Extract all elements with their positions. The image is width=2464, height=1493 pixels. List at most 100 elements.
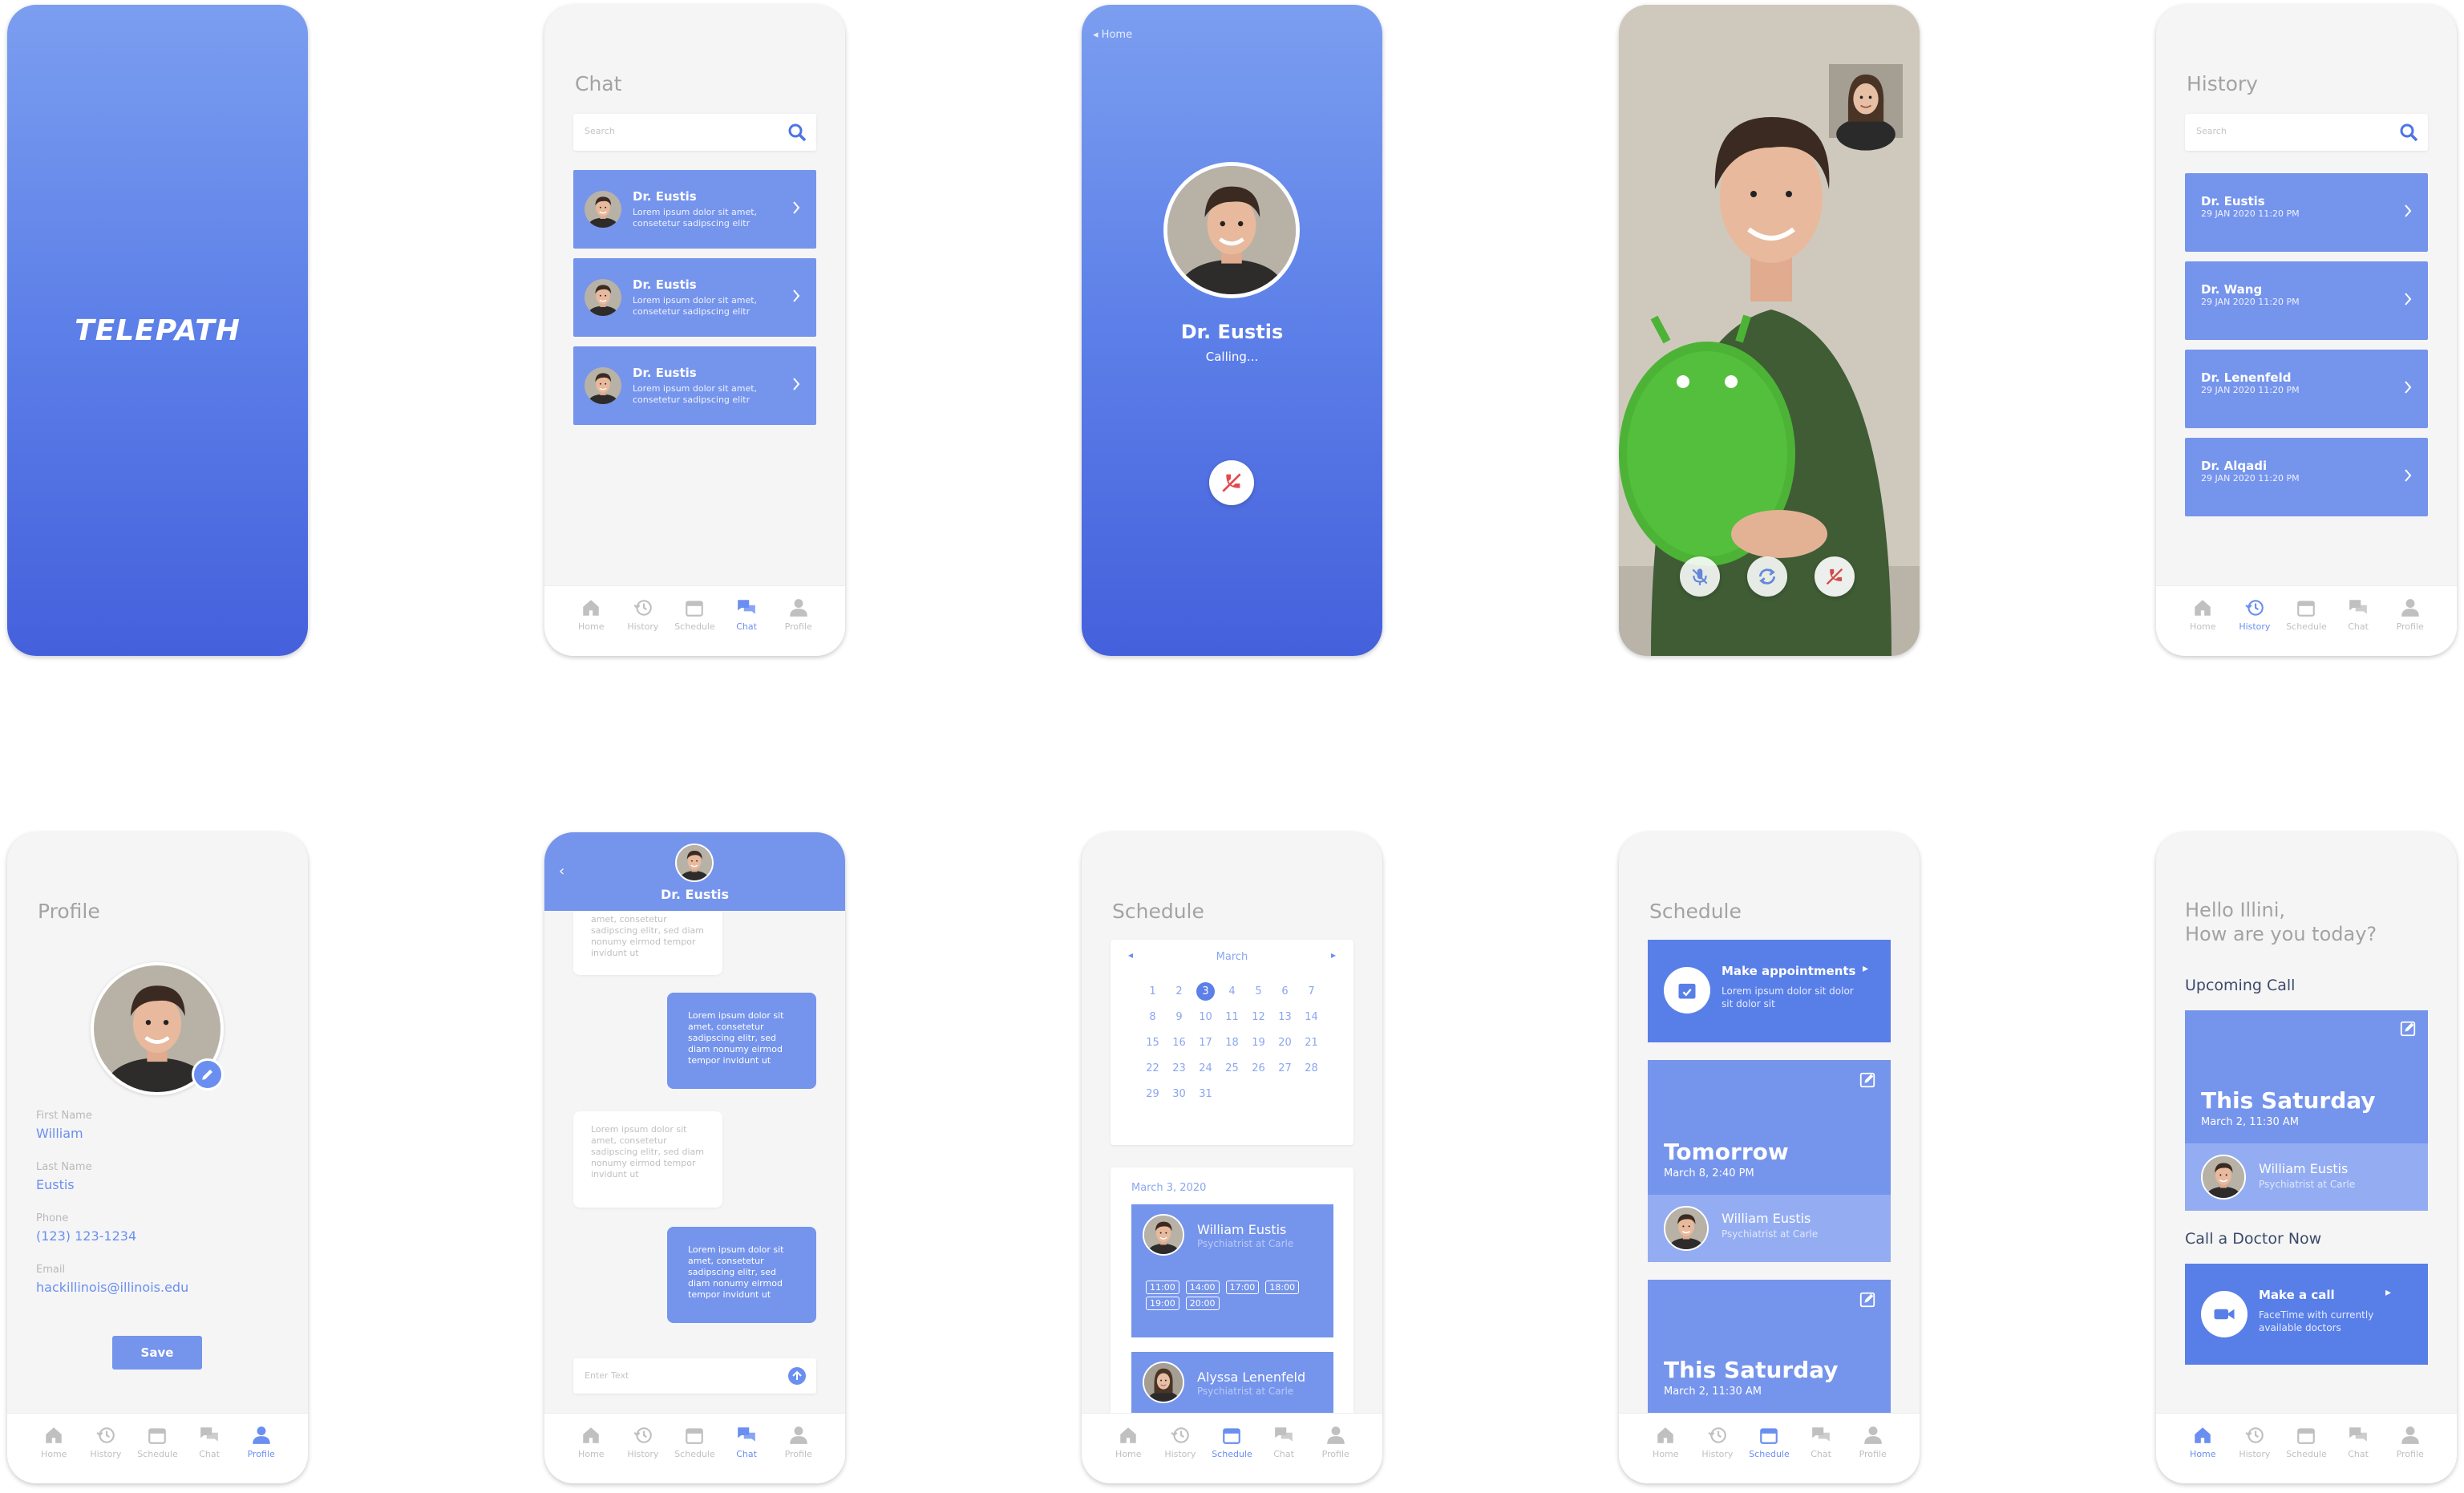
calendar-day[interactable]: 8 xyxy=(1139,1004,1166,1030)
hang-up-button[interactable] xyxy=(1209,460,1254,505)
calendar-day[interactable]: 18 xyxy=(1219,1030,1245,1055)
nav-profile[interactable]: Profile xyxy=(2388,597,2433,656)
nav-schedule[interactable]: Schedule xyxy=(135,1425,180,1483)
calendar-day[interactable]: 25 xyxy=(1219,1055,1245,1081)
time-slot[interactable]: 20:00 xyxy=(1185,1297,1220,1310)
calendar-day[interactable]: 27 xyxy=(1272,1055,1298,1081)
message-input[interactable]: Enter Text xyxy=(573,1358,816,1394)
appointment-card[interactable]: Tomorrow March 8, 2:40 PM William Eustis… xyxy=(1648,1060,1891,1262)
doctor-card[interactable]: William Eustis Psychiatrist at Carle 11:… xyxy=(1131,1204,1333,1337)
calendar-day[interactable]: 6 xyxy=(1272,978,1298,1004)
nav-home[interactable]: Home xyxy=(1106,1425,1151,1483)
nav-schedule[interactable]: Schedule xyxy=(2284,597,2328,656)
nav-chat[interactable]: Chat xyxy=(2336,1425,2381,1483)
calendar-day[interactable]: 9 xyxy=(1166,1004,1192,1030)
back-link[interactable]: ◂ Home xyxy=(1093,29,1132,41)
history-item[interactable]: Dr. Wang 29 JAN 2020 11:20 PM xyxy=(2185,261,2428,340)
nav-schedule[interactable]: Schedule xyxy=(672,597,717,656)
time-slot[interactable]: 17:00 xyxy=(1225,1281,1260,1294)
send-icon[interactable] xyxy=(787,1366,807,1386)
nav-history[interactable]: History xyxy=(621,597,666,656)
nav-profile[interactable]: Profile xyxy=(239,1425,284,1483)
nav-history[interactable]: History xyxy=(1158,1425,1203,1483)
calendar-day[interactable]: 28 xyxy=(1298,1055,1325,1081)
nav-schedule[interactable]: Schedule xyxy=(2284,1425,2328,1483)
last-name-field[interactable]: Eustis xyxy=(36,1177,75,1192)
nav-history[interactable]: History xyxy=(621,1425,666,1483)
calendar-day[interactable]: 16 xyxy=(1166,1030,1192,1055)
edit-icon[interactable] xyxy=(2399,1020,2417,1038)
chat-item[interactable]: Dr. Eustis Lorem ipsum dolor sit amet, co… xyxy=(573,258,816,337)
time-slot[interactable]: 19:00 xyxy=(1146,1297,1179,1310)
search-icon[interactable] xyxy=(2399,123,2418,142)
calendar-day[interactable]: 3 xyxy=(1192,978,1219,1004)
upcoming-call-card[interactable]: This Saturday March 2, 11:30 AM William … xyxy=(2185,1010,2428,1211)
time-slot[interactable]: 14:00 xyxy=(1185,1281,1220,1294)
calendar-day[interactable]: 20 xyxy=(1272,1030,1298,1055)
calendar-day[interactable]: 7 xyxy=(1298,978,1325,1004)
nav-profile[interactable]: Profile xyxy=(776,1425,821,1483)
calendar-day[interactable]: 14 xyxy=(1298,1004,1325,1030)
calendar-day[interactable]: 23 xyxy=(1166,1055,1192,1081)
nav-history[interactable]: History xyxy=(2232,597,2277,656)
switch-camera-button[interactable] xyxy=(1747,556,1787,597)
nav-history[interactable]: History xyxy=(1695,1425,1740,1483)
calendar-day[interactable]: 29 xyxy=(1139,1081,1166,1107)
phone-field[interactable]: (123) 123-1234 xyxy=(36,1228,136,1244)
search-input[interactable]: Search xyxy=(573,114,816,151)
nav-schedule[interactable]: Schedule xyxy=(1746,1425,1791,1483)
nav-profile[interactable]: Profile xyxy=(776,597,821,656)
hang-up-button[interactable] xyxy=(1815,556,1855,597)
calendar-day[interactable]: 24 xyxy=(1192,1055,1219,1081)
nav-chat[interactable]: Chat xyxy=(1798,1425,1843,1483)
nav-profile[interactable]: Profile xyxy=(1851,1425,1896,1483)
nav-chat[interactable]: Chat xyxy=(724,1425,769,1483)
nav-home[interactable]: Home xyxy=(2180,1425,2225,1483)
nav-home[interactable]: Home xyxy=(1643,1425,1688,1483)
search-icon[interactable] xyxy=(787,123,807,142)
nav-home[interactable]: Home xyxy=(2180,597,2225,656)
edit-photo-button[interactable] xyxy=(192,1058,224,1090)
time-slot[interactable]: 18:00 xyxy=(1265,1281,1300,1294)
calendar-day[interactable]: 11 xyxy=(1219,1004,1245,1030)
nav-profile[interactable]: Profile xyxy=(1313,1425,1358,1483)
nav-chat[interactable]: Chat xyxy=(187,1425,232,1483)
next-month-button[interactable]: ▸ xyxy=(1331,949,1336,961)
history-item[interactable]: Dr. Alqadi 29 JAN 2020 11:20 PM xyxy=(2185,438,2428,516)
chat-item[interactable]: Dr. Eustis Lorem ipsum dolor sit amet, co… xyxy=(573,170,816,249)
edit-icon[interactable] xyxy=(1859,1071,1876,1089)
nav-chat[interactable]: Chat xyxy=(1261,1425,1306,1483)
calendar-day[interactable]: 12 xyxy=(1245,1004,1272,1030)
calendar-day[interactable]: 1 xyxy=(1139,978,1166,1004)
back-button[interactable]: ‹ xyxy=(559,863,564,880)
nav-home[interactable]: Home xyxy=(31,1425,76,1483)
history-item[interactable]: Dr. Eustis 29 JAN 2020 11:20 PM xyxy=(2185,173,2428,252)
edit-icon[interactable] xyxy=(1859,1291,1876,1309)
make-call-card[interactable]: Make a call ▸ FaceTime with currently av… xyxy=(2185,1264,2428,1365)
time-slot[interactable]: 11:00 xyxy=(1146,1281,1179,1294)
nav-history[interactable]: History xyxy=(2232,1425,2277,1483)
nav-chat[interactable]: Chat xyxy=(2336,597,2381,656)
calendar-day[interactable]: 13 xyxy=(1272,1004,1298,1030)
calendar-day[interactable]: 2 xyxy=(1166,978,1192,1004)
calendar-day[interactable]: 4 xyxy=(1219,978,1245,1004)
calendar-day[interactable]: 17 xyxy=(1192,1030,1219,1055)
nav-profile[interactable]: Profile xyxy=(2388,1425,2433,1483)
email-field[interactable]: hackillinois@illinois.edu xyxy=(36,1280,188,1295)
mute-button[interactable] xyxy=(1680,556,1720,597)
nav-schedule[interactable]: Schedule xyxy=(1209,1425,1254,1483)
nav-home[interactable]: Home xyxy=(568,597,613,656)
calendar-day[interactable]: 26 xyxy=(1245,1055,1272,1081)
selected-day[interactable]: 3 xyxy=(1202,985,1208,997)
calendar-day[interactable]: 22 xyxy=(1139,1055,1166,1081)
save-button[interactable]: Save xyxy=(112,1336,202,1370)
history-item[interactable]: Dr. Lenenfeld 29 JAN 2020 11:20 PM xyxy=(2185,350,2428,428)
nav-schedule[interactable]: Schedule xyxy=(672,1425,717,1483)
make-appointment-card[interactable]: Make appointments ▸ Lorem ipsum dolor si… xyxy=(1648,940,1891,1042)
nav-home[interactable]: Home xyxy=(568,1425,613,1483)
calendar-day[interactable]: 15 xyxy=(1139,1030,1166,1055)
nav-chat[interactable]: Chat xyxy=(724,597,769,656)
chat-item[interactable]: Dr. Eustis Lorem ipsum dolor sit amet, co… xyxy=(573,346,816,425)
calendar-day[interactable]: 19 xyxy=(1245,1030,1272,1055)
calendar-day[interactable]: 5 xyxy=(1245,978,1272,1004)
